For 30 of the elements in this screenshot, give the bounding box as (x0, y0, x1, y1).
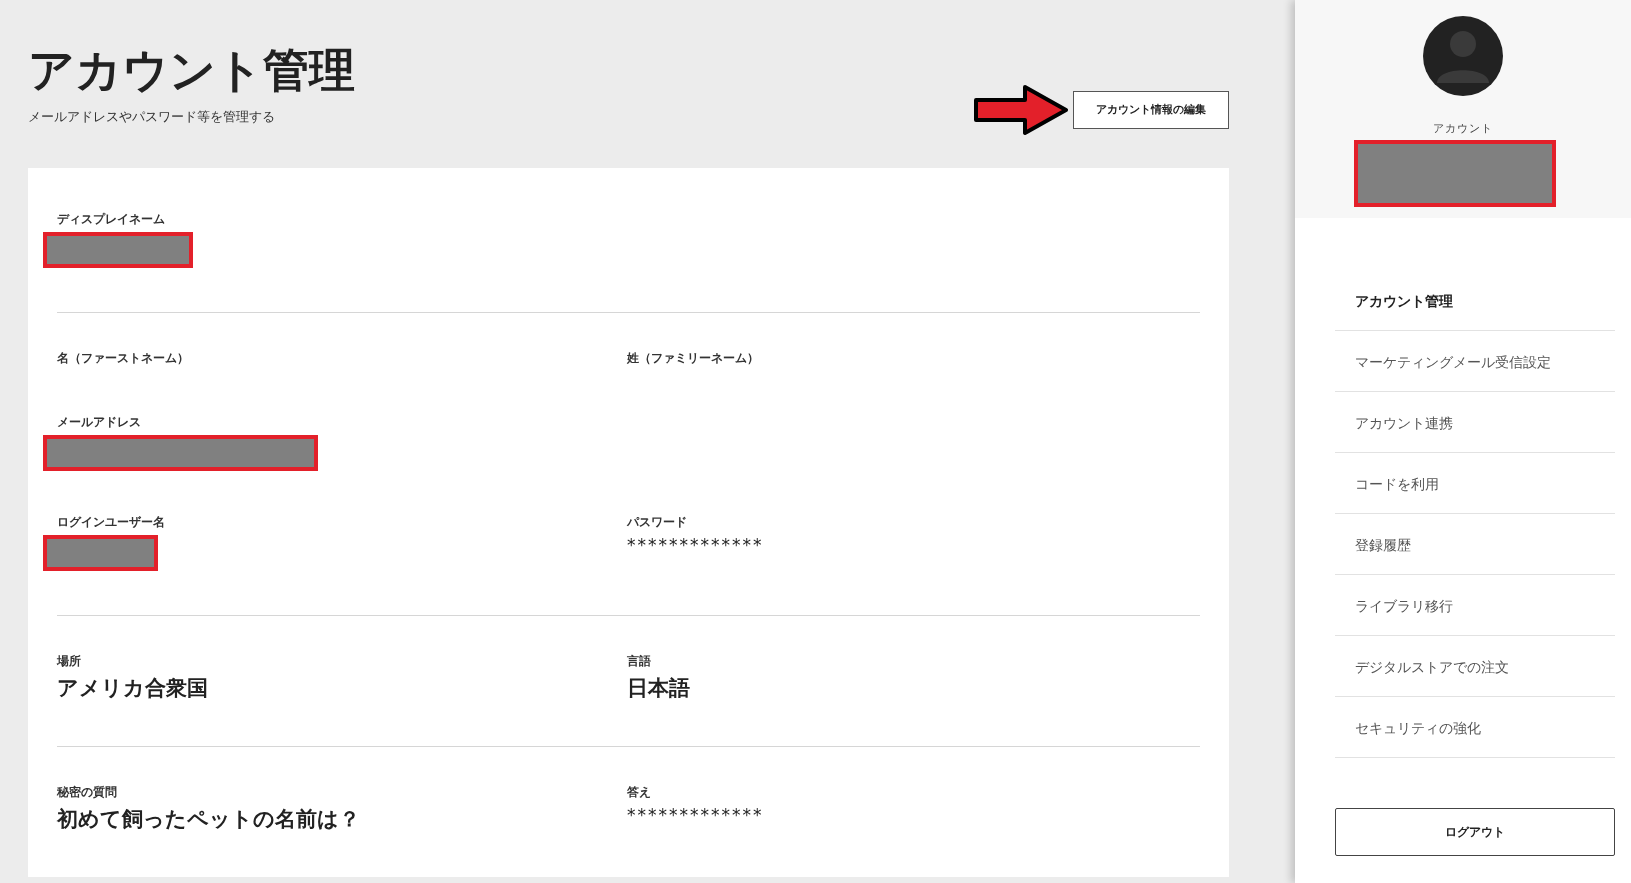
field-label: ディスプレイネーム (57, 212, 166, 227)
sidebar-item[interactable]: デジタルストアでの注文 (1335, 636, 1615, 697)
avatar-icon (1423, 16, 1503, 96)
field-label: 秘密の質問 (57, 785, 118, 800)
field-value: アメリカ合衆国 (57, 675, 209, 702)
edit-account-button[interactable]: アカウント情報の編集 (1073, 91, 1229, 129)
page-subtitle: メールアドレスやパスワード等を管理する (28, 108, 276, 126)
sidebar-item[interactable]: マーケティングメール受信設定 (1335, 331, 1615, 392)
field-label: ログインユーザー名 (57, 515, 166, 530)
field-label: 言語 (627, 654, 652, 669)
field-label: 場所 (57, 654, 82, 669)
field-label: パスワード (627, 515, 688, 530)
masked-value: ************* (627, 805, 765, 825)
sidebar-item[interactable]: アカウント連携 (1335, 392, 1615, 453)
sidebar-item[interactable]: アカウント管理 (1335, 270, 1615, 331)
logout-button[interactable]: ログアウト (1335, 808, 1615, 856)
arrow-icon (973, 84, 1069, 136)
sidebar-item[interactable]: 登録履歴 (1335, 514, 1615, 575)
masked-value: ************* (627, 535, 765, 555)
field-label: 答え (627, 785, 652, 800)
account-label: アカウント (1433, 122, 1493, 136)
field-label: メールアドレス (57, 415, 142, 430)
field-label: 名（ファーストネーム） (57, 351, 190, 366)
field-value: 日本語 (627, 675, 691, 702)
sidebar-item[interactable]: ライブラリ移行 (1335, 575, 1615, 636)
sidebar-item[interactable]: セキュリティの強化 (1335, 697, 1615, 758)
sidebar-item[interactable]: コードを利用 (1335, 453, 1615, 514)
field-value: 初めて飼ったペットの名前は？ (57, 806, 361, 833)
field-label: 姓（ファミリーネーム） (627, 351, 760, 366)
page-title: アカウント管理 (28, 42, 356, 99)
